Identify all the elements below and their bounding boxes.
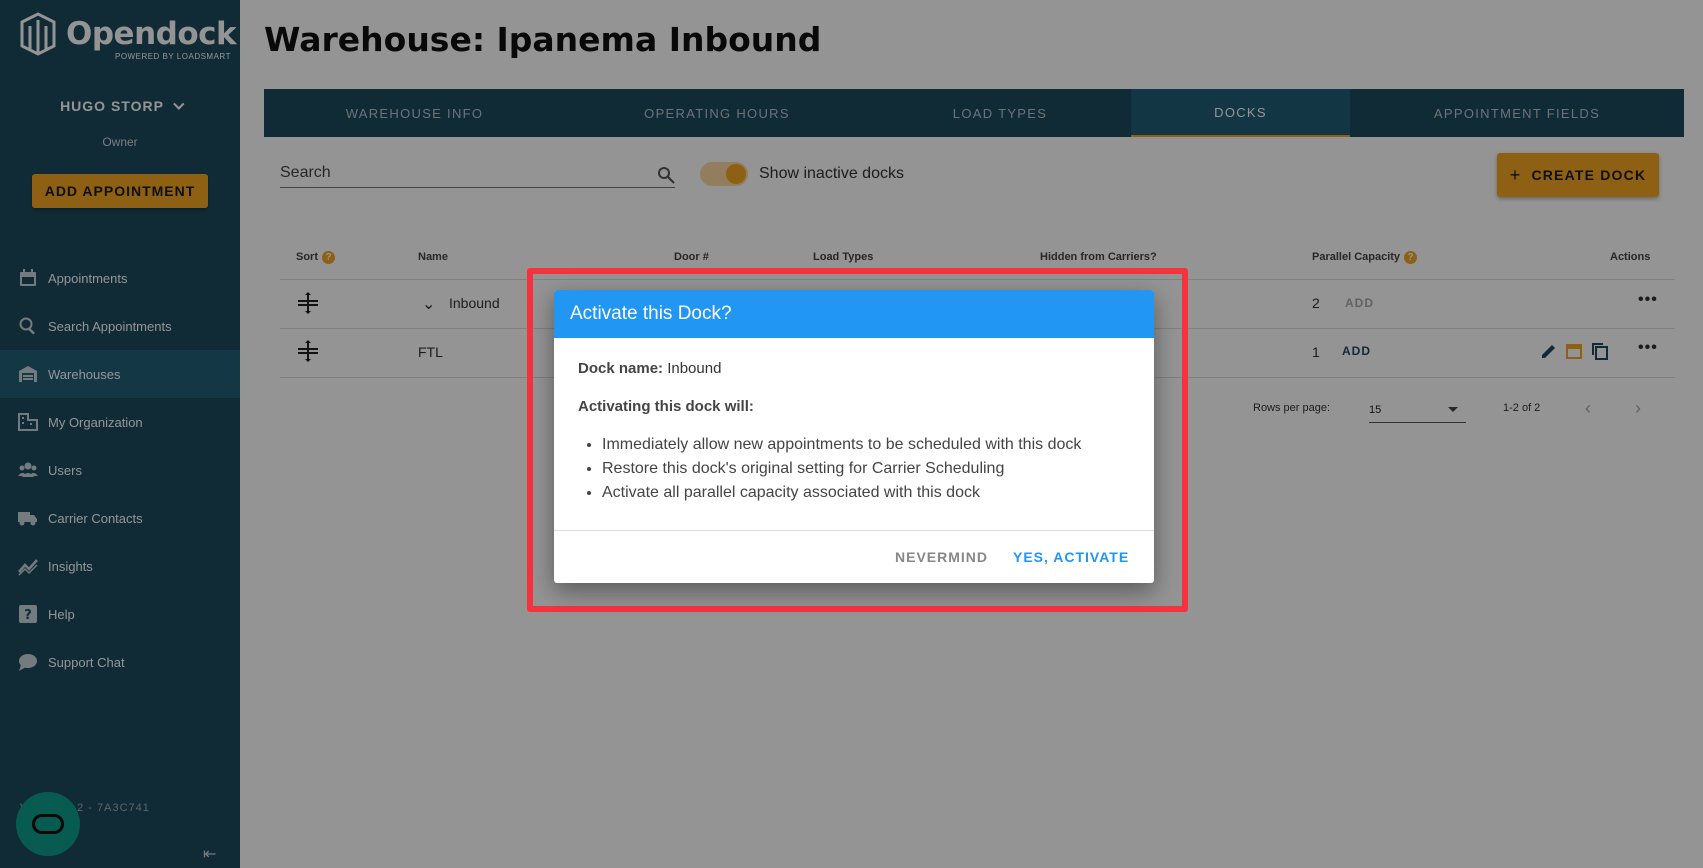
dialog-body: Dock name: Inbound Activating this dock … [554, 338, 1154, 505]
dock-name-row: Dock name: Inbound [578, 360, 1130, 377]
dock-name-value: Inbound [667, 360, 722, 377]
list-item: Restore this dock's original setting for… [602, 457, 1130, 481]
activate-dock-dialog: Activate this Dock? Dock name: Inbound A… [554, 290, 1154, 583]
nevermind-button[interactable]: NEVERMIND [895, 549, 988, 565]
activation-effects-label: Activating this dock will: [578, 398, 754, 415]
activation-effects-list: Immediately allow new appointments to be… [602, 433, 1130, 505]
list-item: Activate all parallel capacity associate… [602, 481, 1130, 505]
yes-activate-button[interactable]: YES, ACTIVATE [1013, 549, 1129, 565]
dialog-divider [554, 530, 1154, 531]
dialog-title: Activate this Dock? [554, 290, 1154, 338]
list-item: Immediately allow new appointments to be… [602, 433, 1130, 457]
dock-name-label: Dock name: [578, 360, 664, 377]
